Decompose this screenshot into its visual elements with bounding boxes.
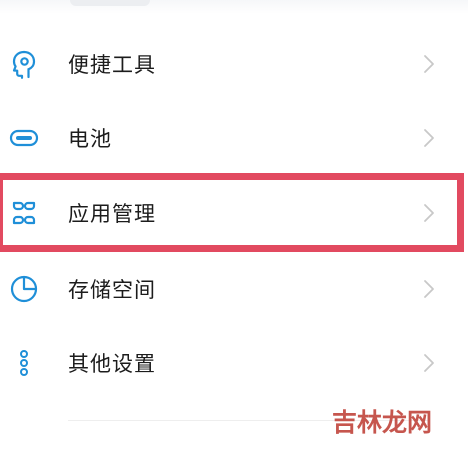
chevron-right-icon — [424, 54, 434, 73]
settings-item-label: 其他设置 — [68, 351, 156, 376]
settings-item-battery[interactable]: 电池 — [0, 100, 468, 175]
settings-item-label: 存储空间 — [68, 277, 156, 302]
settings-item-other[interactable]: 其他设置 — [0, 325, 468, 400]
chevron-right-icon — [424, 353, 434, 372]
chevron-right-icon — [424, 279, 434, 298]
battery-icon — [9, 129, 39, 146]
assistant-head-icon — [12, 50, 36, 79]
settings-item-storage[interactable]: 存储空间 — [0, 251, 468, 326]
more-dots-icon — [20, 349, 28, 376]
previous-item-sliver — [70, 0, 150, 6]
watermark: 吉林龙网 — [332, 408, 433, 437]
top-fade — [0, 0, 468, 14]
settings-item-label: 便捷工具 — [68, 52, 156, 77]
settings-item-shortcuts[interactable]: 便捷工具 — [0, 26, 468, 101]
chevron-right-icon — [424, 128, 434, 147]
settings-item-label: 电池 — [68, 126, 112, 151]
storage-pie-icon — [10, 275, 38, 302]
highlight-box — [0, 173, 464, 252]
